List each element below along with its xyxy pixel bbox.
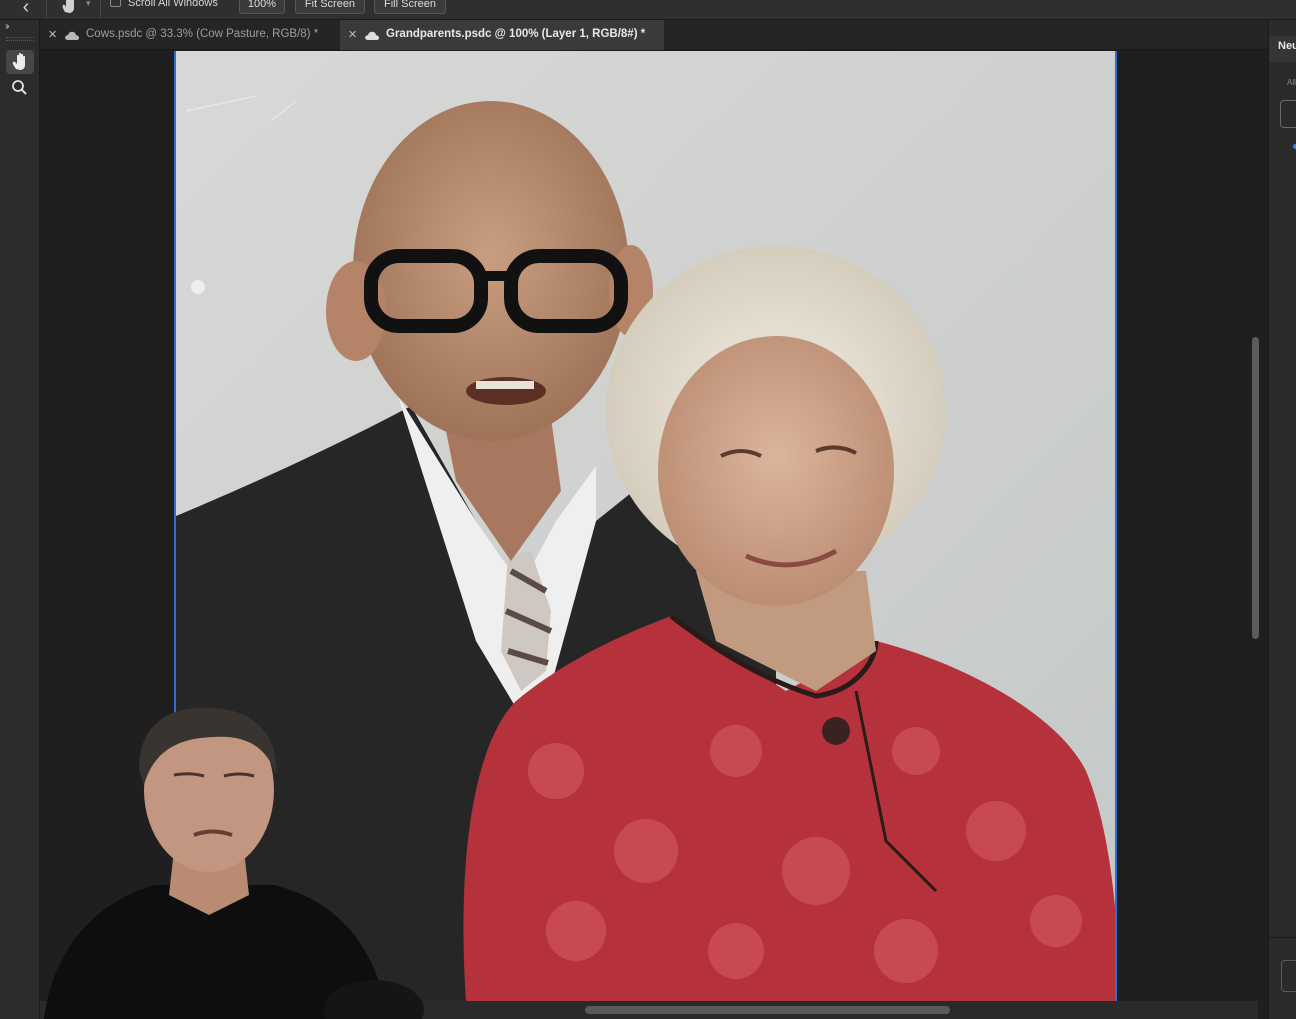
options-bar: ‹ ▾ Scroll All Windows 100% Fit Screen F…	[0, 0, 1296, 20]
tab-label: Cows.psdc @ 33.3% (Cow Pasture, RGB/8) *	[86, 28, 319, 40]
fit-screen-button[interactable]: Fit Screen	[295, 0, 365, 14]
panel-action-button[interactable]	[1281, 960, 1296, 992]
divider	[46, 0, 47, 18]
properties-panel: Neu All	[1268, 20, 1296, 1019]
zoom-100-button[interactable]: 100%	[239, 0, 285, 14]
panel-sublabel: All	[1287, 78, 1296, 87]
cloud-icon	[65, 31, 80, 40]
tab-label: Grandparents.psdc @ 100% (Layer 1, RGB/8…	[386, 28, 646, 40]
webcam-overlay	[44, 690, 434, 1019]
close-icon[interactable]: ✕	[348, 28, 357, 41]
presenter-video	[44, 707, 424, 1019]
hand-tool-button[interactable]	[6, 50, 34, 74]
panel-grip[interactable]	[6, 37, 34, 41]
chevron-left-icon[interactable]: ‹	[14, 0, 38, 17]
tab-grandparents[interactable]: ✕ Grandparents.psdc @ 100% (Layer 1, RGB…	[340, 20, 664, 50]
horizontal-scroll-thumb[interactable]	[585, 1006, 950, 1014]
divider	[100, 0, 101, 18]
cloud-icon	[365, 31, 380, 40]
zoom-tool-button[interactable]	[6, 76, 34, 100]
document-tabs: ✕ Cows.psdc @ 33.3% (Cow Pasture, RGB/8)…	[40, 20, 1268, 50]
hand-icon[interactable]	[56, 0, 84, 16]
divider	[1269, 937, 1296, 938]
close-icon[interactable]: ✕	[48, 28, 57, 41]
magnifier-icon	[12, 80, 27, 95]
tab-cows[interactable]: ✕ Cows.psdc @ 33.3% (Cow Pasture, RGB/8)…	[40, 20, 337, 50]
scroll-all-windows-checkbox[interactable]	[110, 0, 121, 7]
fill-screen-button[interactable]: Fill Screen	[374, 0, 446, 14]
chevron-down-icon[interactable]: ▾	[86, 0, 91, 9]
panel-title: Neu	[1278, 40, 1296, 52]
hand-icon	[12, 52, 25, 70]
collapse-panel-button[interactable]: ››	[5, 21, 9, 32]
scroll-all-windows-label: Scroll All Windows	[128, 0, 218, 9]
filter-icon-button[interactable]	[1280, 100, 1296, 128]
tools-panel: ››	[0, 20, 40, 1019]
vertical-scroll-thumb[interactable]	[1252, 337, 1259, 639]
